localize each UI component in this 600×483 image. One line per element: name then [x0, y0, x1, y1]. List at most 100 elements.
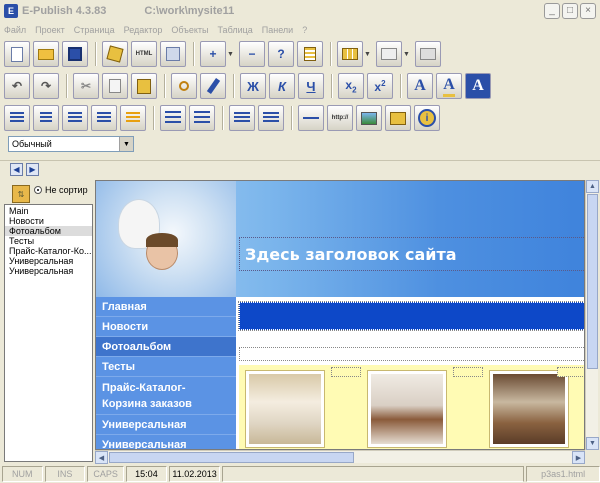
- table-split-icon: [381, 48, 397, 60]
- paragraph-format-button[interactable]: [120, 105, 146, 131]
- page-editor[interactable]: Здесь заголовок сайта Главная Новости Фо…: [95, 180, 585, 450]
- find-button[interactable]: [171, 73, 197, 99]
- new-page-button[interactable]: [4, 41, 30, 67]
- outdent-button[interactable]: [229, 105, 255, 131]
- font-style-button[interactable]: A: [465, 73, 491, 99]
- open-button[interactable]: [33, 41, 59, 67]
- content-header-bar[interactable]: [238, 301, 584, 331]
- scroll-down-icon[interactable]: ▼: [586, 437, 599, 450]
- help-button[interactable]: ?: [268, 41, 294, 67]
- chevron-down-icon[interactable]: ▼: [119, 137, 133, 151]
- site-nav-item[interactable]: Новости: [96, 317, 236, 337]
- gallery-photo[interactable]: [367, 370, 447, 448]
- menu-file[interactable]: Файл: [4, 25, 26, 35]
- site-nav-item[interactable]: Главная: [96, 297, 236, 317]
- site-nav-item[interactable]: Фотоальбом: [96, 337, 236, 357]
- insert-table-button[interactable]: [337, 41, 363, 67]
- site-settings-button[interactable]: [160, 41, 186, 67]
- bold-button[interactable]: Ж: [240, 73, 266, 99]
- page-list-item[interactable]: Main: [5, 206, 92, 216]
- page-list-item[interactable]: Новости: [5, 216, 92, 226]
- radio-dot[interactable]: [34, 186, 42, 194]
- content-placeholder[interactable]: [239, 347, 584, 361]
- scroll-up-icon[interactable]: ▲: [586, 180, 599, 193]
- redo-button[interactable]: ↷: [33, 73, 59, 99]
- horizontal-line-button[interactable]: [298, 105, 324, 131]
- add-page-dropdown-icon[interactable]: ▼: [227, 41, 235, 67]
- table-split-dropdown-icon[interactable]: ▼: [403, 41, 411, 67]
- horizontal-scroll-thumb[interactable]: [109, 452, 354, 463]
- forward-arrow-icon[interactable]: ▶: [26, 163, 39, 176]
- page-list-item[interactable]: Фотоальбом: [5, 226, 92, 236]
- align-right-button[interactable]: [62, 105, 88, 131]
- align-center-button[interactable]: [33, 105, 59, 131]
- sort-radio[interactable]: Не сортир: [34, 185, 88, 195]
- site-header-title[interactable]: Здесь заголовок сайта: [239, 237, 584, 271]
- site-nav-item[interactable]: Универсальная: [96, 415, 236, 435]
- content-area: [236, 297, 584, 449]
- site-nav-item[interactable]: Тесты: [96, 357, 236, 377]
- site-nav-item[interactable]: Универсальная: [96, 435, 236, 449]
- gallery-photo[interactable]: [245, 370, 325, 448]
- paragraph-style-select[interactable]: Обычный ▼: [8, 136, 134, 152]
- undo-button[interactable]: ↶: [4, 73, 30, 99]
- menu-editor[interactable]: Редактор: [124, 25, 163, 35]
- table-merge-button[interactable]: [415, 41, 441, 67]
- publish-button[interactable]: [102, 41, 128, 67]
- menu-objects[interactable]: Объекты: [171, 25, 208, 35]
- page-list-item[interactable]: Универсальная: [5, 256, 92, 266]
- page-list-item[interactable]: Универсальная: [5, 266, 92, 276]
- format-brush-button[interactable]: [200, 73, 226, 99]
- menu-page[interactable]: Страница: [74, 25, 115, 35]
- back-arrow-icon[interactable]: ◀: [10, 163, 23, 176]
- highlight-button[interactable]: A: [436, 73, 462, 99]
- gallery-caption[interactable]: [557, 367, 584, 377]
- remove-page-button[interactable]: −: [239, 41, 265, 67]
- subscript-button[interactable]: x2: [338, 73, 364, 99]
- cut-button[interactable]: ✂: [73, 73, 99, 99]
- maximize-button[interactable]: □: [562, 3, 578, 19]
- info-button[interactable]: i: [414, 105, 440, 131]
- italic-button[interactable]: К: [269, 73, 295, 99]
- page-properties-button[interactable]: [297, 41, 323, 67]
- gallery-caption[interactable]: [453, 367, 483, 377]
- vertical-scroll-thumb[interactable]: [587, 194, 598, 369]
- site-nav-item[interactable]: Прайс-Каталог- Корзина заказов: [96, 377, 236, 415]
- scroll-right-icon[interactable]: ▶: [572, 451, 585, 464]
- insert-link-button[interactable]: http://: [327, 105, 353, 131]
- save-button[interactable]: [62, 41, 88, 67]
- add-page-button[interactable]: +: [200, 41, 226, 67]
- underline-button[interactable]: Ч: [298, 73, 324, 99]
- horizontal-scrollbar[interactable]: ◀ ▶: [95, 450, 585, 464]
- html-export-button[interactable]: HTML: [131, 41, 157, 67]
- page-list[interactable]: Main Новости Фотоальбом Тесты Прайс-Ката…: [4, 204, 93, 462]
- superscript-button[interactable]: x2: [367, 73, 393, 99]
- paste-button[interactable]: [131, 73, 157, 99]
- table-split-button[interactable]: [376, 41, 402, 67]
- insert-table-dropdown-icon[interactable]: ▼: [364, 41, 372, 67]
- copy-button[interactable]: [102, 73, 128, 99]
- indent-button[interactable]: [258, 105, 284, 131]
- photo-gallery: [239, 365, 584, 449]
- menu-project[interactable]: Проект: [35, 25, 65, 35]
- align-left-button[interactable]: [4, 105, 30, 131]
- close-button[interactable]: ×: [580, 3, 596, 19]
- sort-icon[interactable]: ⇅: [12, 185, 30, 203]
- title-bar: E E-Publish 4.3.83 C:\work\mysite11 _ □ …: [0, 0, 600, 22]
- menu-table[interactable]: Таблица: [217, 25, 252, 35]
- scroll-left-icon[interactable]: ◀: [95, 451, 108, 464]
- font-color-button[interactable]: A: [407, 73, 433, 99]
- gallery-photo[interactable]: [489, 370, 569, 448]
- gallery-caption[interactable]: [331, 367, 361, 377]
- numbered-list-button[interactable]: [189, 105, 215, 131]
- insert-image-button[interactable]: [356, 105, 382, 131]
- align-justify-button[interactable]: [91, 105, 117, 131]
- vertical-scrollbar[interactable]: ▲ ▼: [585, 180, 599, 450]
- page-list-item[interactable]: Прайс-Каталог-Ко...: [5, 246, 92, 256]
- insert-object-button[interactable]: [385, 105, 411, 131]
- bullet-list-button[interactable]: [160, 105, 186, 131]
- menu-panels[interactable]: Панели: [262, 25, 293, 35]
- menu-help[interactable]: ?: [302, 25, 307, 35]
- minimize-button[interactable]: _: [544, 3, 560, 19]
- page-list-item[interactable]: Тесты: [5, 236, 92, 246]
